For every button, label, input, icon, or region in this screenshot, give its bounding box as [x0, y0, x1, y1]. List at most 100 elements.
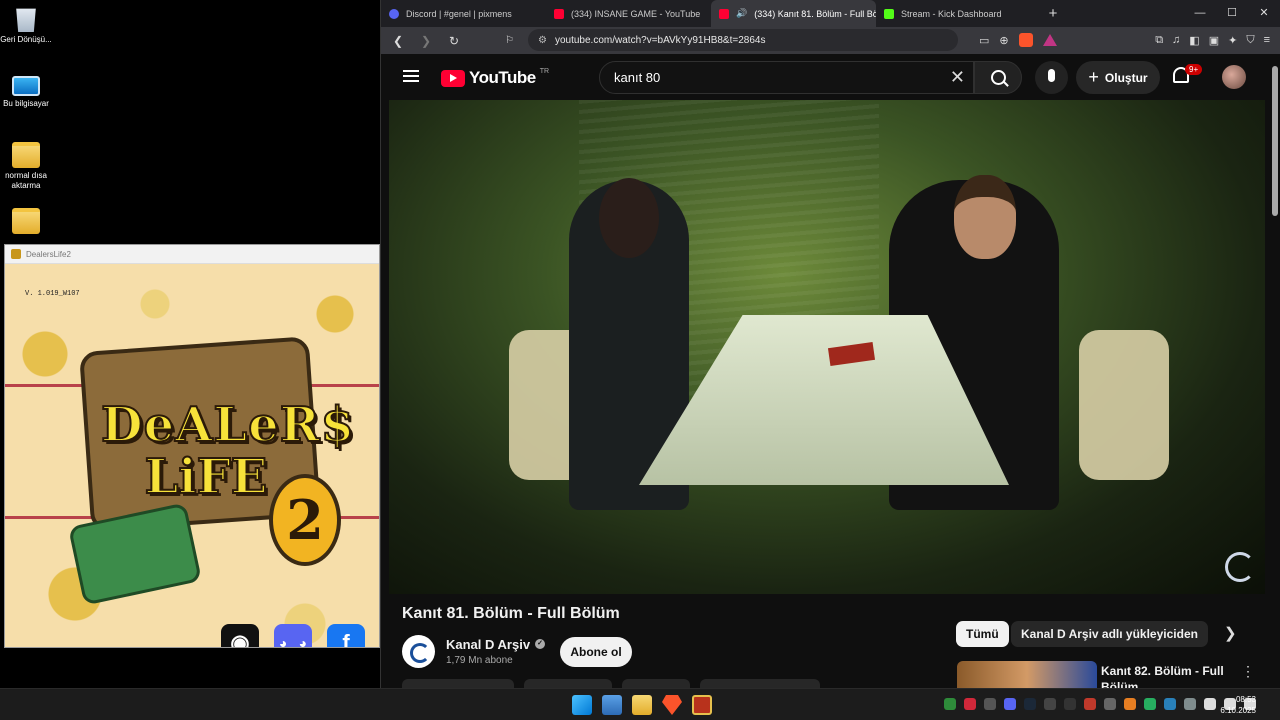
chevron-right-icon[interactable]: ❯: [1224, 624, 1237, 642]
url-field[interactable]: ⚐ ⚙ youtube.com/watch?v=bAVkYy91HB8&t=28…: [505, 29, 958, 51]
brave-shields-icon[interactable]: [1018, 33, 1033, 47]
game-window[interactable]: DealersLife2 V. 1.019_W107 DeALeR$ LiFE …: [4, 244, 380, 648]
create-label: Oluştur: [1104, 70, 1148, 85]
tray-app-icon[interactable]: [1084, 698, 1096, 710]
create-button[interactable]: + Oluştur: [1076, 61, 1160, 94]
plus-icon: +: [1088, 67, 1099, 87]
scene-head: [954, 175, 1016, 259]
desktop-icon-folder[interactable]: [0, 208, 52, 237]
tray-app-icon[interactable]: [1044, 698, 1056, 710]
steam-icon: ◉: [230, 630, 250, 648]
minimize-button[interactable]: —: [1184, 0, 1216, 27]
youtube-wordmark: YouTube: [469, 68, 536, 87]
clear-search-icon[interactable]: ✕: [950, 67, 965, 88]
speaker-icon[interactable]: 🔊: [736, 8, 747, 19]
brave-rewards-icon[interactable]: [1042, 34, 1057, 46]
facebook-icon: f: [342, 630, 350, 648]
kick-icon: [884, 8, 894, 19]
more-options-icon[interactable]: ⋮: [1241, 663, 1255, 680]
game-window-title: DealersLife2: [26, 249, 71, 259]
youtube-logo[interactable]: YouTube TR: [441, 68, 549, 88]
browser-window[interactable]: Discord | #genel | pixmens (334) INSANE …: [380, 0, 1280, 694]
network-icon[interactable]: [1204, 698, 1216, 710]
dealerslife-taskbar-icon[interactable]: [692, 695, 712, 715]
taskbar-apps: [572, 695, 712, 715]
start-button[interactable]: [572, 695, 592, 715]
tab-youtube-kanit[interactable]: 🔊 (334) Kanıt 81. Bölüm - Full Bö ✕: [711, 0, 876, 27]
chip-all[interactable]: Tümü: [956, 621, 1009, 647]
wallet-icon[interactable]: ▣: [1209, 34, 1219, 47]
zoom-icon[interactable]: ⊕: [999, 34, 1008, 47]
tab-kick-dashboard[interactable]: Stream - Kick Dashboard: [876, 0, 1041, 27]
tray-app-icon[interactable]: [964, 698, 976, 710]
forward-button[interactable]: ❯: [417, 34, 435, 48]
tray-app-icon[interactable]: [1004, 698, 1016, 710]
game-window-titlebar[interactable]: DealersLife2: [5, 245, 379, 264]
chip-from-uploader[interactable]: Kanal D Arşiv adlı yükleyiciden: [1011, 621, 1208, 647]
computer-icon: [12, 76, 40, 96]
hamburger-menu-icon[interactable]: [403, 70, 419, 82]
tray-app-icon[interactable]: [1064, 698, 1076, 710]
tray-app-icon[interactable]: [984, 698, 996, 710]
recycle-bin-icon: [16, 8, 36, 32]
menu-icon[interactable]: ≡: [1264, 34, 1270, 46]
channel-info: Kanal D Arşiv ✓ 1,79 Mn abone: [402, 634, 546, 668]
channel-avatar[interactable]: [402, 634, 435, 668]
clock-date: 6.10.2025: [1220, 706, 1256, 715]
maximize-button[interactable]: ☐: [1216, 0, 1248, 27]
channel-name[interactable]: Kanal D Arşiv: [446, 637, 530, 652]
tray-app-icon[interactable]: [1104, 698, 1116, 710]
tray-app-icon[interactable]: [1024, 698, 1036, 710]
facebook-button[interactable]: f: [327, 624, 365, 648]
music-icon[interactable]: ♫: [1172, 34, 1180, 46]
scene-head: [599, 178, 659, 258]
tray-app-icon[interactable]: [1124, 698, 1136, 710]
channel-watermark-icon[interactable]: [1225, 552, 1255, 582]
taskbar-clock[interactable]: 08:53 6.10.2025: [1220, 694, 1256, 716]
file-explorer-icon[interactable]: [632, 695, 652, 715]
steam-button[interactable]: ◉: [221, 624, 259, 648]
page-scrollbar[interactable]: [1272, 56, 1278, 686]
video-title: Kanıt 81. Bölüm - Full Bölüm: [402, 605, 620, 622]
desktop-icon-recycle-bin[interactable]: Geri Dönüşü...: [0, 6, 52, 45]
site-info-icon[interactable]: ⚙: [538, 35, 547, 46]
tray-app-icon[interactable]: [1164, 698, 1176, 710]
account-avatar[interactable]: [1222, 65, 1246, 89]
recommendation-thumbnail[interactable]: [957, 661, 1097, 688]
widgets-icon[interactable]: [602, 695, 622, 715]
system-tray: [944, 698, 1256, 710]
search-input[interactable]: kanıt 80 ✕: [599, 61, 974, 94]
discord-button[interactable]: ◕‿◕: [274, 624, 312, 647]
notification-badge: 9+: [1185, 64, 1203, 75]
screenshot-icon[interactable]: ⧉: [1155, 34, 1163, 47]
cast-icon[interactable]: ▭: [979, 34, 989, 47]
sidebar-icon[interactable]: ◧: [1189, 34, 1199, 47]
tab-youtube-insane-game[interactable]: (334) INSANE GAME - YouTube: [546, 0, 711, 27]
game-app-icon: [11, 249, 21, 259]
tab-label: Stream - Kick Dashboard: [901, 8, 1002, 19]
clock-time: 08:53: [1235, 695, 1256, 704]
reload-button[interactable]: ↻: [445, 34, 463, 48]
folder-icon: [12, 208, 40, 234]
bookmark-icon[interactable]: ⚐: [505, 35, 514, 46]
vpn-icon[interactable]: ⛉: [1246, 34, 1254, 47]
close-window-button[interactable]: ✕: [1248, 0, 1280, 27]
channel-name-row[interactable]: Kanal D Arşiv ✓: [446, 637, 546, 652]
desktop-icon-this-pc[interactable]: Bu bilgisayar: [0, 76, 52, 109]
subscribe-button[interactable]: Abone ol: [560, 637, 632, 667]
scrollbar-thumb[interactable]: [1272, 66, 1278, 216]
tray-app-icon[interactable]: [1184, 698, 1196, 710]
brave-browser-icon[interactable]: [662, 695, 682, 715]
tray-app-icon[interactable]: [1144, 698, 1156, 710]
back-button[interactable]: ❮: [389, 34, 407, 48]
youtube-header: YouTube TR kanıt 80 ✕ + Oluştur 9+: [381, 54, 1280, 100]
new-tab-button[interactable]: +: [1041, 5, 1065, 22]
game-logo-number: 2: [269, 474, 341, 566]
search-button[interactable]: [974, 61, 1022, 94]
voice-search-button[interactable]: [1035, 61, 1068, 94]
desktop-icon-folder-export[interactable]: normal dısa aktarma: [0, 142, 52, 191]
ai-icon[interactable]: ✦: [1228, 34, 1237, 47]
video-player[interactable]: [389, 100, 1265, 594]
tray-app-icon[interactable]: [944, 698, 956, 710]
tab-discord[interactable]: Discord | #genel | pixmens: [381, 0, 546, 27]
